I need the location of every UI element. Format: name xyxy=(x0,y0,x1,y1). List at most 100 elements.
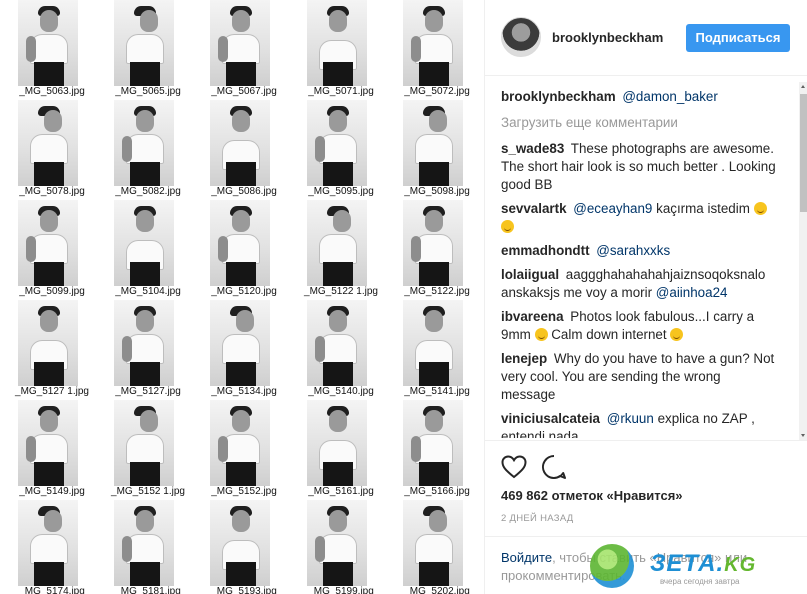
thumbnail-cell[interactable]: _MG_5174.jpg xyxy=(4,500,100,594)
scroll-down-arrow-icon[interactable] xyxy=(799,430,807,440)
thumbnail-photo[interactable] xyxy=(307,400,367,486)
follow-button[interactable]: Подписаться xyxy=(686,24,790,52)
thumbnail-cell[interactable]: _MG_5078.jpg xyxy=(4,100,100,200)
thumbnail-photo[interactable] xyxy=(210,100,270,186)
watermark-brand: ЗЕТА.KG xyxy=(650,550,757,577)
avatar[interactable] xyxy=(501,17,541,57)
comment-username[interactable]: ibvareena xyxy=(501,309,564,324)
thumbnail-cell[interactable]: _MG_5072.jpg xyxy=(389,0,484,100)
thumbnail-photo[interactable] xyxy=(18,100,78,186)
comment-username[interactable]: viniciusalcateia xyxy=(501,411,600,426)
thumbnail-cell[interactable]: _MG_5095.jpg xyxy=(293,100,389,200)
thumbnail-cell[interactable]: _MG_5067.jpg xyxy=(196,0,292,100)
thumbnail-photo[interactable] xyxy=(210,300,270,386)
thumbnail-filename: _MG_5095.jpg xyxy=(308,186,374,197)
load-more-comments-link[interactable]: Загрузить еще комментарии xyxy=(501,114,777,132)
likes-count[interactable]: 469 862 отметок «Нравится» xyxy=(501,488,683,503)
thumbnail-cell[interactable]: _MG_5161.jpg xyxy=(293,400,389,500)
login-link[interactable]: Войдите xyxy=(501,550,552,565)
thumbnail-filename: _MG_5082.jpg xyxy=(115,186,181,197)
thumbnail-cell[interactable]: _MG_5149.jpg xyxy=(4,400,100,500)
heart-icon[interactable] xyxy=(501,455,527,479)
thumbnail-cell[interactable]: _MG_5071.jpg xyxy=(293,0,389,100)
thumbnail-cell[interactable]: _MG_5086.jpg xyxy=(196,100,292,200)
watermark-tagline: вчера сегодня завтра xyxy=(660,577,740,586)
thumbnail-photo[interactable] xyxy=(403,300,463,386)
comment-username[interactable]: lolaiigual xyxy=(501,267,559,282)
thumbnail-photo[interactable] xyxy=(403,200,463,286)
thumbnail-photo[interactable] xyxy=(210,500,270,586)
thumbnail-filename: _MG_5098.jpg xyxy=(404,186,470,197)
thumbnail-filename: _MG_5174.jpg xyxy=(19,586,85,594)
thumbnail-photo[interactable] xyxy=(18,0,78,86)
thumbnail-cell[interactable]: _MG_5120.jpg xyxy=(196,200,292,300)
caption-username[interactable]: brooklynbeckham xyxy=(501,89,616,104)
thumbnail-photo[interactable] xyxy=(307,100,367,186)
thumbnail-cell[interactable]: _MG_5199.jpg xyxy=(293,500,389,594)
thumbnail-cell[interactable]: _MG_5152.jpg xyxy=(196,400,292,500)
thumbnail-photo[interactable] xyxy=(18,200,78,286)
thumbnail-cell[interactable]: _MG_5127.jpg xyxy=(100,300,196,400)
thumbnail-photo[interactable] xyxy=(114,0,174,86)
comment-username[interactable]: s_wade83 xyxy=(501,141,564,156)
comment-mention[interactable]: @rkuun xyxy=(607,411,654,426)
thumbnail-photo[interactable] xyxy=(18,300,78,386)
caption-mention[interactable]: @damon_baker xyxy=(622,89,717,104)
thumbnail-cell[interactable]: _MG_5127 1.jpg xyxy=(4,300,100,400)
thumbnail-cell[interactable]: _MG_5202.jpg xyxy=(389,500,484,594)
thumbnail-photo[interactable] xyxy=(307,500,367,586)
thumbnail-photo[interactable] xyxy=(210,0,270,86)
thumbnail-photo[interactable] xyxy=(114,400,174,486)
thumbnail-cell[interactable]: _MG_5099.jpg xyxy=(4,200,100,300)
comment-mention[interactable]: @sarahxxks xyxy=(596,243,670,258)
thumbnail-filename: _MG_5063.jpg xyxy=(19,86,85,97)
thumbnail-cell[interactable]: _MG_5181.jpg xyxy=(100,500,196,594)
thumbnail-cell[interactable]: _MG_5104.jpg xyxy=(100,200,196,300)
thumbnail-photo[interactable] xyxy=(114,500,174,586)
thumbnail-cell[interactable]: _MG_5152 1.jpg xyxy=(100,400,196,500)
thumbnail-cell[interactable]: _MG_5122 1.jpg xyxy=(293,200,389,300)
comments-scrollbar[interactable] xyxy=(799,82,807,440)
thumbnail-photo[interactable] xyxy=(114,100,174,186)
thumbnail-cell[interactable]: _MG_5122.jpg xyxy=(389,200,484,300)
thumbnail-photo[interactable] xyxy=(403,100,463,186)
thumbnail-photo[interactable] xyxy=(18,400,78,486)
thumbnail-photo[interactable] xyxy=(210,400,270,486)
thumbnail-photo[interactable] xyxy=(114,300,174,386)
thumbnail-cell[interactable]: _MG_5134.jpg xyxy=(196,300,292,400)
comment-mention[interactable]: @aiinhoa24 xyxy=(656,285,728,300)
comment-username[interactable]: emmadhondtt xyxy=(501,243,590,258)
thumbnail-cell[interactable]: _MG_5166.jpg xyxy=(389,400,484,500)
scrollbar-thumb[interactable] xyxy=(800,94,807,212)
thumbnail-photo[interactable] xyxy=(403,500,463,586)
scroll-up-arrow-icon[interactable] xyxy=(799,82,807,92)
thumbnail-filename: _MG_5193.jpg xyxy=(211,586,277,594)
thumbnail-cell[interactable]: _MG_5140.jpg xyxy=(293,300,389,400)
thumbnail-photo[interactable] xyxy=(18,500,78,586)
thumbnail-cell[interactable]: _MG_5098.jpg xyxy=(389,100,484,200)
comment-item: lolaiigual aaggghahahahahjaiznsoqoksnalo… xyxy=(501,266,777,302)
thumbnail-cell[interactable]: _MG_5141.jpg xyxy=(389,300,484,400)
thumbnail-photo[interactable] xyxy=(307,200,367,286)
comment-username[interactable]: sevvalartk xyxy=(501,201,567,216)
thumbnail-filename: _MG_5199.jpg xyxy=(308,586,374,594)
thumbnail-photo[interactable] xyxy=(307,0,367,86)
comment-username[interactable]: lenejep xyxy=(501,351,547,366)
comment-text: kaçırma istedim xyxy=(656,201,750,216)
thumbnail-cell[interactable]: _MG_5193.jpg xyxy=(196,500,292,594)
thumbnail-filename: _MG_5152 1.jpg xyxy=(111,486,185,497)
globe-logo-icon xyxy=(590,544,634,588)
comment-icon[interactable] xyxy=(541,454,567,480)
thumbnail-photo[interactable] xyxy=(403,0,463,86)
thumbnail-cell[interactable]: _MG_5065.jpg xyxy=(100,0,196,100)
thumbnail-photo[interactable] xyxy=(114,200,174,286)
header-username[interactable]: brooklynbeckham xyxy=(552,30,663,45)
thumbnail-filename: _MG_5134.jpg xyxy=(211,386,277,397)
thumbnail-photo[interactable] xyxy=(210,200,270,286)
thumbnail-photo[interactable] xyxy=(307,300,367,386)
thumbnail-cell[interactable]: _MG_5082.jpg xyxy=(100,100,196,200)
thumbnail-cell[interactable]: _MG_5063.jpg xyxy=(4,0,100,100)
thumbnail-photo[interactable] xyxy=(403,400,463,486)
smile-emoji-icon xyxy=(501,220,514,233)
comment-mention[interactable]: @eceayhan9 xyxy=(573,201,652,216)
